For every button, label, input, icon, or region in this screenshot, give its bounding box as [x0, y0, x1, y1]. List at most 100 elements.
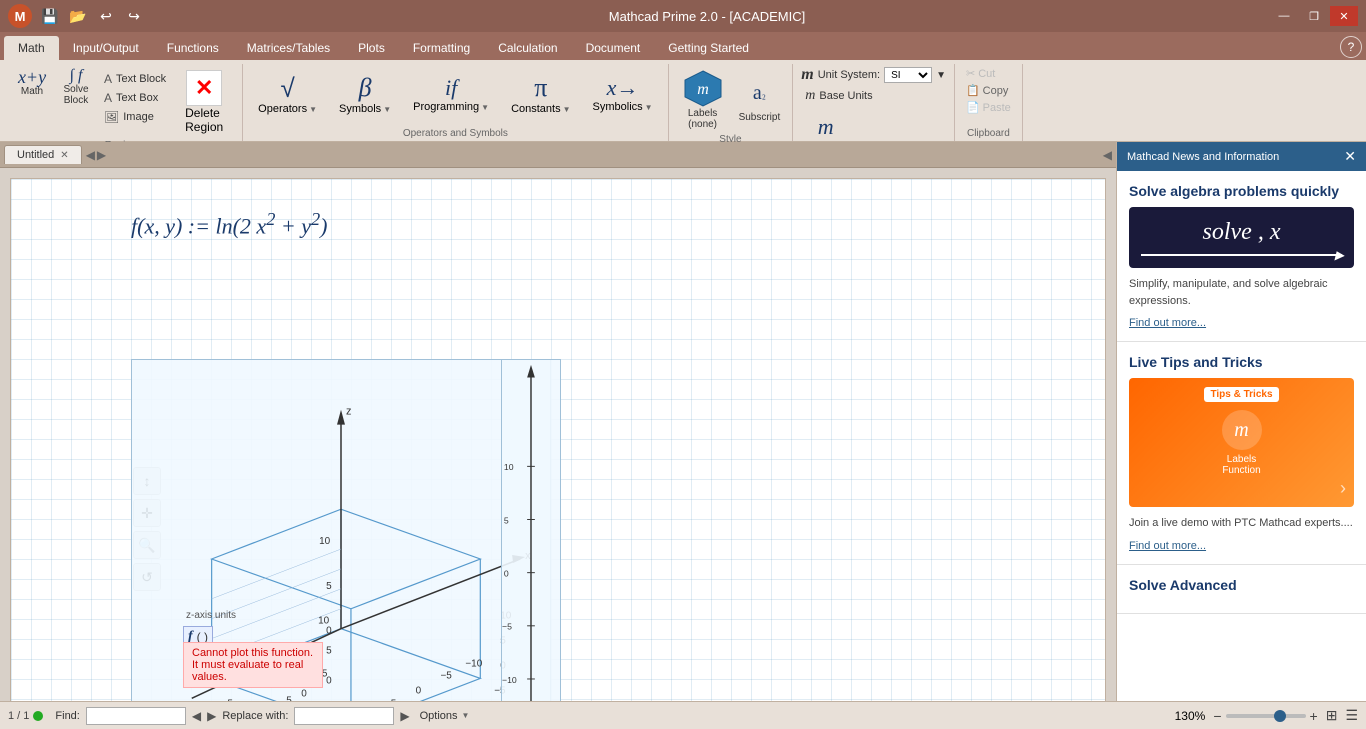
- error-message-box: Cannot plot this function. It must evalu…: [183, 642, 323, 688]
- open-icon[interactable]: 📂: [68, 6, 88, 26]
- image-button[interactable]: 🖼 Image: [100, 108, 170, 126]
- algebra-find-more-link[interactable]: Find out more...: [1129, 317, 1206, 329]
- symbolics-button[interactable]: x→ Symbolics ▼: [586, 75, 660, 117]
- right-panel-close[interactable]: ✕: [1344, 148, 1356, 165]
- tips-m-icon: m: [1222, 410, 1262, 450]
- replace-input[interactable]: [294, 707, 394, 725]
- cut-button[interactable]: ✂ Cut: [963, 66, 998, 81]
- labels-icon: m: [683, 69, 723, 107]
- svg-text:0: 0: [416, 685, 422, 696]
- function-expression: f(x, y) := ln(2 x2 + y2): [131, 209, 327, 239]
- find-input[interactable]: [86, 707, 186, 725]
- svg-text:5: 5: [504, 515, 509, 525]
- doc-scroll-right[interactable]: ▶: [97, 148, 106, 162]
- symbols-button[interactable]: β Symbols ▼: [332, 73, 398, 119]
- operators-button[interactable]: √ Operators ▼: [251, 73, 324, 119]
- programming-dropdown[interactable]: Programming ▼: [410, 99, 492, 115]
- math-solve-container: x+y Math ∫ f SolveBlock: [12, 66, 96, 108]
- page-view-button[interactable]: ⊞: [1326, 707, 1338, 724]
- redo-icon[interactable]: ↪: [124, 6, 144, 26]
- minimize-button[interactable]: —: [1270, 6, 1298, 26]
- solve-block-icon: ∫ f: [70, 68, 83, 84]
- doc-scroll-left[interactable]: ◀: [86, 148, 95, 162]
- tips-section: Live Tips and Tricks Tips & Tricks m Lab…: [1117, 342, 1366, 565]
- svg-text:10: 10: [504, 462, 514, 472]
- right-panel: Mathcad News and Information ✕ Solve alg…: [1116, 142, 1366, 701]
- document-tab[interactable]: Untitled ✕: [4, 145, 82, 164]
- math-button[interactable]: x+y Math: [12, 66, 52, 108]
- constants-arrow: ▼: [563, 105, 571, 114]
- unit-system-row: m Unit System: SI CGS US ▼: [801, 66, 946, 84]
- zoom-out-button[interactable]: −: [1213, 708, 1221, 724]
- 2d-plot[interactable]: 0 5 10 −5 −10: [501, 359, 561, 701]
- delete-region-button[interactable]: ✕ DeleteRegion: [174, 66, 234, 138]
- solve-block-button[interactable]: ∫ f SolveBlock: [56, 66, 96, 108]
- symbols-dropdown[interactable]: Symbols ▼: [336, 101, 394, 117]
- tab-calculation[interactable]: Calculation: [484, 36, 571, 60]
- text-block-button[interactable]: A Text Block: [100, 70, 170, 88]
- cut-icon: ✂: [966, 67, 975, 80]
- find-next-button[interactable]: ▶: [207, 709, 216, 723]
- tab-formatting[interactable]: Formatting: [399, 36, 484, 60]
- list-view-button[interactable]: ☰: [1345, 707, 1358, 724]
- replace-label: Replace with:: [222, 710, 288, 722]
- find-prev-button[interactable]: ◀: [192, 709, 201, 723]
- zoom-in-button[interactable]: +: [1310, 708, 1318, 724]
- unit-system-dropdown-icon[interactable]: ▼: [936, 70, 946, 81]
- zoom-thumb[interactable]: [1274, 710, 1286, 722]
- base-units-button[interactable]: m Base Units: [801, 86, 876, 106]
- help-button[interactable]: ?: [1340, 36, 1362, 58]
- constants-button[interactable]: π Constants ▼: [504, 73, 577, 119]
- units-m-big: m: [818, 114, 834, 140]
- right-panel-title: Mathcad News and Information: [1127, 151, 1279, 163]
- pi-icon: π: [534, 75, 547, 101]
- tab-input-output[interactable]: Input/Output: [59, 36, 153, 60]
- tab-document[interactable]: Document: [572, 36, 655, 60]
- close-button[interactable]: ✕: [1330, 6, 1358, 26]
- svg-text:0: 0: [504, 569, 509, 579]
- solve-advanced-heading: Solve Advanced: [1129, 577, 1354, 593]
- z-axis-text: z-axis: [186, 610, 212, 621]
- programming-button[interactable]: if Programming ▼: [406, 75, 496, 117]
- tab-functions[interactable]: Functions: [153, 36, 233, 60]
- ribbon-group-operators: √ Operators ▼ β Symbols ▼ if Programming: [243, 64, 668, 141]
- zoom-slider[interactable]: [1226, 714, 1306, 718]
- panel-toggle-arrow[interactable]: ◀: [1103, 148, 1112, 162]
- regions-content: x+y Math ∫ f SolveBlock A Text Block A: [12, 66, 234, 138]
- canvas-area[interactable]: f(x, y) := ln(2 x2 + y2) ↕ ✛ 🔍 ↺: [10, 178, 1106, 701]
- title-bar: M 💾 📂 ↩ ↪ Mathcad Prime 2.0 - [ACADEMIC]…: [0, 0, 1366, 32]
- constants-dropdown[interactable]: Constants ▼: [508, 101, 573, 117]
- doc-arrows: ◀ ▶: [86, 148, 106, 162]
- replace-apply-button[interactable]: ▶: [400, 709, 409, 723]
- main-document: Untitled ✕ ◀ ▶ ◀ f(x, y) := ln(2 x2 + y2…: [0, 142, 1116, 701]
- tips-find-more-link[interactable]: Find out more...: [1129, 540, 1206, 552]
- doc-tab-close[interactable]: ✕: [60, 150, 68, 161]
- tab-getting-started[interactable]: Getting Started: [654, 36, 763, 60]
- paste-button[interactable]: 📄 Paste: [963, 100, 1014, 115]
- paste-label: Paste: [983, 102, 1011, 114]
- tab-math[interactable]: Math: [4, 36, 59, 60]
- undo-icon[interactable]: ↩: [96, 6, 116, 26]
- symbolics-arrow: ▼: [645, 103, 653, 112]
- unit-system-select[interactable]: SI CGS US: [884, 67, 932, 83]
- image-icon: 🖼: [104, 110, 119, 124]
- copy-button[interactable]: 📋 Copy: [963, 83, 1011, 98]
- text-box-button[interactable]: A Text Box: [100, 89, 170, 107]
- math-icon: x+y: [18, 68, 46, 86]
- text-box-icon: A: [104, 91, 112, 105]
- text-block-label: Text Block: [116, 73, 166, 85]
- save-icon[interactable]: 💾: [40, 6, 60, 26]
- symbolics-dropdown[interactable]: Symbolics ▼: [590, 99, 656, 115]
- options-button[interactable]: Options ▼: [416, 708, 474, 724]
- tab-matrices-tables[interactable]: Matrices/Tables: [233, 36, 344, 60]
- subscript-button[interactable]: a₂ Subscript: [735, 74, 785, 125]
- tips-image: Tips & Tricks m LabelsFunction ›: [1129, 378, 1354, 507]
- tab-plots[interactable]: Plots: [344, 36, 399, 60]
- error-line2: It must evaluate to real: [192, 659, 314, 671]
- delete-region-label: DeleteRegion: [185, 106, 223, 134]
- style-content: m Labels(none) a₂ Subscript: [677, 66, 785, 132]
- labels-button[interactable]: m Labels(none): [677, 66, 729, 132]
- restore-button[interactable]: ❐: [1300, 6, 1328, 26]
- solve-expression: solve , x: [1203, 219, 1281, 245]
- operators-dropdown[interactable]: Operators ▼: [255, 101, 320, 117]
